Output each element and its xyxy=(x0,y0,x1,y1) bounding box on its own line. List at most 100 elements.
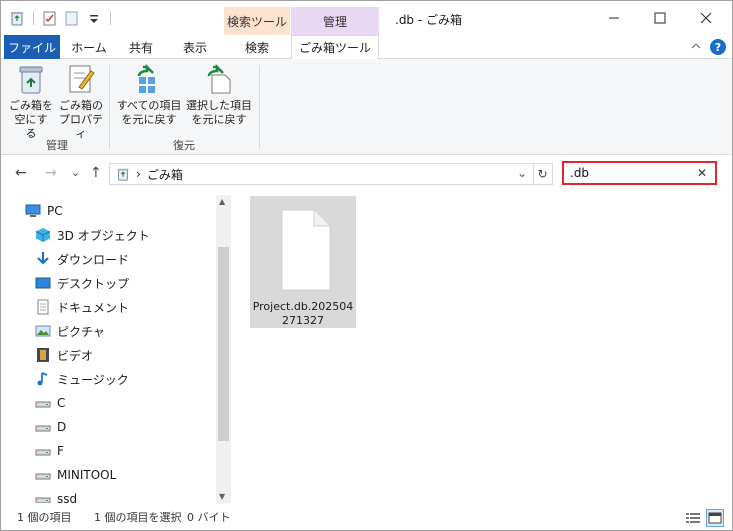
nav-item-label: 3D オブジェクト xyxy=(57,228,150,243)
file-list: Project.db.202504271327 xyxy=(233,191,732,503)
desktop-icon xyxy=(35,275,51,291)
back-arrow-icon[interactable]: ← xyxy=(15,165,27,181)
address-row: ← → ⌄ ↑ › ごみ箱 ⌄ ↻ ✕ xyxy=(1,156,732,190)
nav-item-label: MINITOOL xyxy=(57,468,117,482)
tab-search[interactable]: 検索 xyxy=(224,35,290,59)
navigation-scrollbar[interactable]: ▲ ▼ xyxy=(216,195,231,503)
nav-item-ビデオ[interactable]: ビデオ xyxy=(1,343,215,367)
restore-selected-label-1: 選択した項目 xyxy=(186,99,252,112)
group-restore-label: 復元 xyxy=(173,139,195,152)
nav-item-label: PC xyxy=(47,204,63,218)
recycle-bin-properties-button[interactable]: ごみ箱の プロパティ xyxy=(57,63,105,141)
tab-share[interactable]: 共有 xyxy=(118,35,164,59)
new-folder-icon[interactable] xyxy=(64,10,80,26)
context-tab-manage: 管理 xyxy=(291,7,379,35)
minimize-icon[interactable] xyxy=(591,1,637,35)
search-box[interactable]: ✕ xyxy=(562,161,717,185)
nav-item-label: ピクチャ xyxy=(57,324,105,339)
nav-item-デスクトップ[interactable]: デスクトップ xyxy=(1,271,215,295)
scrollbar-thumb[interactable] xyxy=(218,247,229,441)
toolbar-separator xyxy=(110,11,111,25)
context-tab-search-tools: 検索ツール xyxy=(224,7,290,35)
empty-bin-label-1: ごみ箱を xyxy=(9,99,53,112)
up-arrow-icon[interactable]: ↑ xyxy=(90,165,102,181)
nav-item-f[interactable]: F xyxy=(1,439,215,463)
breadcrumb-recycle-bin[interactable]: ごみ箱 xyxy=(147,166,183,183)
nav-item-d[interactable]: D xyxy=(1,415,215,439)
empty-recycle-bin-button[interactable]: ごみ箱を 空にする xyxy=(9,63,53,141)
nav-item-label: ビデオ xyxy=(57,348,94,363)
explorer-window: 検索ツール 管理 .db - ごみ箱 ファイル ホーム 共有 表示 検索 ごみ箱… xyxy=(0,0,733,531)
group-manage-label: 管理 xyxy=(46,139,68,152)
nav-item-label: ドキュメント xyxy=(57,300,130,315)
recycle-bin-icon xyxy=(9,10,25,26)
restore-selected-label-2: を元に戻す xyxy=(191,113,247,126)
nav-item-label: D xyxy=(57,420,67,434)
details-view-icon[interactable] xyxy=(684,509,702,527)
nav-item-minitool[interactable]: MINITOOL xyxy=(1,463,215,487)
tab-home[interactable]: ホーム xyxy=(64,35,114,59)
title-bar: 検索ツール 管理 .db - ごみ箱 xyxy=(1,1,732,35)
nav-item-c[interactable]: C xyxy=(1,391,215,415)
refresh-icon[interactable]: ↻ xyxy=(533,163,553,185)
properties-icon xyxy=(65,63,97,95)
nav-item-ドキュメント[interactable]: ドキュメント xyxy=(1,295,215,319)
nav-item-label: デスクトップ xyxy=(57,276,130,291)
chevron-up-icon[interactable] xyxy=(690,40,702,55)
window-title: .db - ごみ箱 xyxy=(395,13,463,27)
ribbon: ごみ箱を 空にする ごみ箱の プロパティ 管理 すべての項目 を元に戻す 選択し… xyxy=(1,59,732,155)
help-icon[interactable]: ? xyxy=(710,39,726,55)
nav-item-ピクチャ[interactable]: ピクチャ xyxy=(1,319,215,343)
ribbon-controls: ? xyxy=(690,39,726,55)
nav-item-3d-オブジェクト[interactable]: 3D オブジェクト xyxy=(1,223,215,247)
properties-label-1: ごみ箱の xyxy=(59,99,103,112)
drive-icon xyxy=(35,395,51,411)
drive-icon xyxy=(35,419,51,435)
restore-all-label-1: すべての項目 xyxy=(116,99,182,112)
pictures-icon xyxy=(35,323,51,339)
nav-item-label: ミュージック xyxy=(57,372,129,387)
status-bar: 1 個の項目 1 個の項目を選択 0 バイト xyxy=(1,503,732,530)
ribbon-separator xyxy=(109,65,110,149)
quick-access-toolbar xyxy=(9,9,113,27)
ribbon-tab-row: ファイル ホーム 共有 表示 検索 ごみ箱ツール ? xyxy=(1,35,732,60)
status-item-count: 1 個の項目 xyxy=(17,511,72,524)
nav-item-pc[interactable]: PC xyxy=(1,199,215,223)
nav-item-label: C xyxy=(57,396,66,410)
navigation-pane: PC 3D オブジェクトダウンロードデスクトップ ドキュメント ピクチャビデオミュージ… xyxy=(1,195,231,506)
scroll-down-icon[interactable]: ▼ xyxy=(219,492,225,501)
restore-selected-items-button[interactable]: 選択した項目 を元に戻す xyxy=(185,63,253,127)
nav-item-ダウンロード[interactable]: ダウンロード xyxy=(1,247,215,271)
status-size: 0 バイト xyxy=(187,511,231,524)
address-bar[interactable]: › ごみ箱 ⌄ xyxy=(109,163,534,185)
file-item[interactable]: Project.db.202504271327 xyxy=(250,196,356,328)
forward-arrow-icon[interactable]: → xyxy=(45,165,57,181)
videos-icon xyxy=(35,347,51,363)
scroll-up-icon[interactable]: ▲ xyxy=(219,197,225,206)
maximize-icon[interactable] xyxy=(637,1,683,35)
restore-all-items-button[interactable]: すべての項目 を元に戻す xyxy=(115,63,183,127)
large-icons-view-icon[interactable] xyxy=(706,509,724,527)
toolbar-separator xyxy=(33,11,34,25)
nav-item-label: F xyxy=(57,444,64,458)
breadcrumb-separator: › xyxy=(136,167,141,181)
status-selected: 1 個の項目を選択 xyxy=(94,511,182,524)
tab-file[interactable]: ファイル xyxy=(4,35,60,59)
nav-item-ミュージック[interactable]: ミュージック xyxy=(1,367,215,391)
close-icon[interactable] xyxy=(683,1,729,35)
documents-icon xyxy=(35,299,51,315)
tab-recycle-bin-tools[interactable]: ごみ箱ツール xyxy=(291,35,379,60)
drive-icon xyxy=(35,443,51,459)
restore-all-label-2: を元に戻す xyxy=(121,113,177,126)
customize-toolbar-icon[interactable] xyxy=(86,10,102,26)
properties-icon[interactable] xyxy=(42,10,58,26)
recent-locations-icon[interactable]: ⌄ xyxy=(71,166,80,179)
clear-search-icon[interactable]: ✕ xyxy=(697,166,707,180)
search-input[interactable] xyxy=(570,166,690,180)
empty-bin-icon xyxy=(15,63,47,95)
address-dropdown-icon[interactable]: ⌄ xyxy=(517,166,527,180)
music-icon xyxy=(35,371,51,387)
recycle-bin-icon xyxy=(116,167,130,181)
tab-view[interactable]: 表示 xyxy=(168,35,222,59)
pc-icon xyxy=(25,203,41,219)
